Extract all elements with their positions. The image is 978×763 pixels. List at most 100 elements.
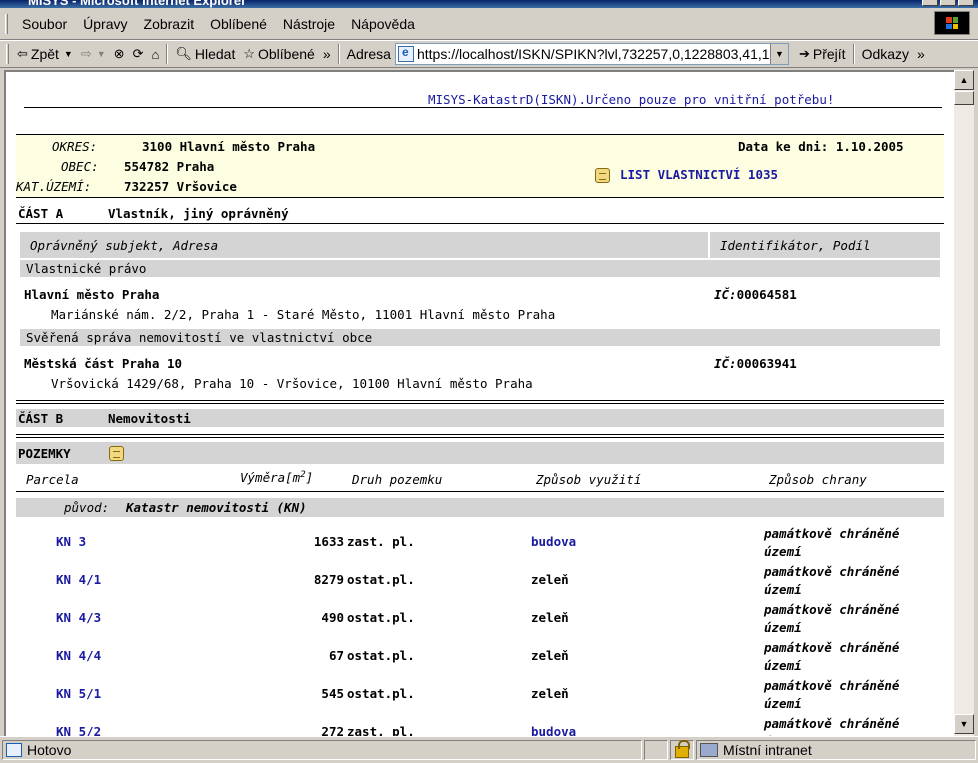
parcel-type: ostat.pl.	[347, 648, 415, 663]
stop-button[interactable]: ⊗	[110, 43, 129, 65]
parcel-area: 545	[321, 686, 344, 701]
parcel-link[interactable]: KN 4/4	[56, 648, 101, 663]
scroll-down-button[interactable]: ▼	[954, 714, 974, 734]
divider	[16, 491, 944, 492]
address-dropdown-icon[interactable]: ▼	[769, 44, 788, 64]
status-bar: Hotovo Místní intranet	[0, 736, 978, 763]
usage-link[interactable]: budova	[531, 534, 576, 549]
zone-text: Místní intranet	[723, 742, 812, 758]
parcel-protection: území	[764, 658, 802, 673]
back-button[interactable]: ⇦ Zpět ▼	[13, 43, 77, 65]
parcel-link[interactable]: KN 3	[56, 534, 86, 549]
go-label: Přejít	[812, 46, 846, 62]
col-parcela: Parcela	[26, 472, 79, 487]
vertical-scrollbar[interactable]: ▲ ▼	[954, 70, 974, 736]
parcel-usage: zeleň	[531, 686, 569, 701]
parcel-usage: zeleň	[531, 648, 569, 663]
parcel-protection: území	[764, 696, 802, 711]
col-vymera: Výměra[m2]	[240, 470, 314, 486]
pozemky-bar: POZEMKY	[16, 442, 944, 464]
go-button[interactable]: ➔ Přejít	[795, 43, 850, 65]
part-b-title: Nemovitosti	[108, 411, 191, 426]
menu-napoveda[interactable]: Nápověda	[343, 16, 423, 32]
owner-id: IČ:00064581	[714, 287, 797, 302]
menu-upravy[interactable]: Úpravy	[75, 16, 135, 32]
scroll-thumb[interactable]	[954, 91, 974, 105]
parcel-usage: zeleň	[531, 572, 569, 587]
parcel-link[interactable]: KN 4/1	[56, 572, 101, 587]
back-label: Zpět	[30, 46, 59, 62]
parcel-area: 67	[328, 648, 344, 663]
page-done-icon	[6, 743, 22, 757]
id-label: IČ:	[714, 287, 737, 302]
date-text: Data ke dni: 1.10.2005	[738, 139, 904, 154]
col-vyuziti: Způsob využití	[536, 472, 642, 487]
search-label: Hledat	[194, 46, 236, 62]
home-button[interactable]: ⌂	[147, 43, 163, 65]
scroll-icon[interactable]	[109, 446, 124, 461]
status-main: Hotovo	[2, 740, 642, 760]
lv-link[interactable]: LIST VLASTNICTVÍ 1035	[620, 167, 778, 182]
address-input[interactable]: https://localhost/ISKN/SPIKN?lvl,732257,…	[394, 43, 789, 65]
toolbar-more-button[interactable]: »	[319, 43, 335, 65]
title-bar: MISYS - Microsoft Internet Explorer	[0, 0, 978, 8]
parcel-type: zast. pl.	[347, 534, 415, 549]
toolbar-grip	[6, 44, 9, 64]
forward-button[interactable]: ⇨ ▼	[77, 43, 110, 65]
favorites-label: Oblíbené	[257, 46, 315, 62]
menu-zobrazit[interactable]: Zobrazit	[136, 16, 203, 32]
owner-id: IČ:00063941	[714, 356, 797, 371]
toolbar: ⇦ Zpět ▼ ⇨ ▼ ⊗ ⟳ ⌂ 🔍︎ Hledat ☆ Oblíbené …	[0, 40, 978, 68]
toolbar-separator	[852, 44, 855, 64]
part-b-code: ČÁST B	[18, 411, 64, 426]
forward-dropdown-icon[interactable]: ▼	[97, 49, 106, 59]
origin-bar: původ: Katastr nemovitosti (KN)	[16, 498, 944, 517]
parcel-protection: památkově chráněné	[764, 716, 900, 731]
column-header-subject: Oprávněný subjekt, Adresa	[20, 232, 708, 258]
links-more-button[interactable]: »	[913, 43, 929, 65]
status-zone: Místní intranet	[696, 740, 976, 760]
menu-soubor[interactable]: Soubor	[14, 16, 75, 32]
group-title: Vlastnické právo	[26, 261, 147, 276]
obec-label: OBEC:	[61, 159, 99, 174]
menu-oblibene[interactable]: Oblíbené	[202, 16, 275, 32]
links-button[interactable]: Odkazy	[858, 43, 913, 65]
maximize-button[interactable]	[940, 0, 956, 6]
usage-link[interactable]: budova	[531, 724, 576, 736]
part-a-code: ČÁST A	[18, 206, 64, 221]
col-id-label: Identifikátor, Podíl	[720, 238, 871, 253]
origin-label: původ:	[64, 500, 110, 515]
minimize-button[interactable]	[922, 0, 938, 6]
parcel-area: 272	[321, 724, 344, 736]
header-panel: OKRES: 3100 Hlavní město Praha OBEC: 554…	[16, 135, 944, 197]
obec-value: 554782 Praha	[124, 159, 215, 174]
parcel-link[interactable]: KN 5/1	[56, 686, 101, 701]
parcel-link[interactable]: KN 4/3	[56, 610, 101, 625]
favorites-button[interactable]: ☆ Oblíbené	[239, 43, 318, 65]
parcel-protection: památkově chráněné	[764, 602, 900, 617]
page-content: MISYS-KatastrD(ISKN).Určeno pouze pro vn…	[4, 70, 954, 736]
origin-value: Katastr nemovitosti (KN)	[126, 500, 307, 515]
menu-grip	[5, 14, 8, 34]
refresh-button[interactable]: ⟳	[129, 43, 148, 65]
id-value: 00063941	[736, 356, 797, 371]
parcel-protection: památkově chráněné	[764, 678, 900, 693]
divider	[16, 437, 944, 438]
close-button[interactable]	[958, 0, 974, 6]
scroll-up-button[interactable]: ▲	[954, 70, 974, 90]
kat-label: KAT.ÚZEMÍ:	[16, 179, 92, 194]
parcel-area: 490	[321, 610, 344, 625]
divider	[16, 197, 944, 198]
parcel-type: ostat.pl.	[347, 572, 415, 587]
scroll-icon[interactable]	[595, 168, 610, 183]
divider	[16, 434, 944, 435]
toolbar-separator	[337, 44, 340, 64]
status-empty	[644, 740, 668, 760]
back-dropdown-icon[interactable]: ▼	[64, 49, 73, 59]
search-button[interactable]: 🔍︎ Hledat	[171, 43, 239, 65]
id-label: IČ:	[714, 356, 737, 371]
search-icon: 🔍︎	[175, 46, 192, 61]
owner-address: Vršovická 1429/68, Praha 10 - Vršovice, …	[51, 376, 533, 391]
menu-nastroje[interactable]: Nástroje	[275, 16, 343, 32]
parcel-link[interactable]: KN 5/2	[56, 724, 101, 736]
